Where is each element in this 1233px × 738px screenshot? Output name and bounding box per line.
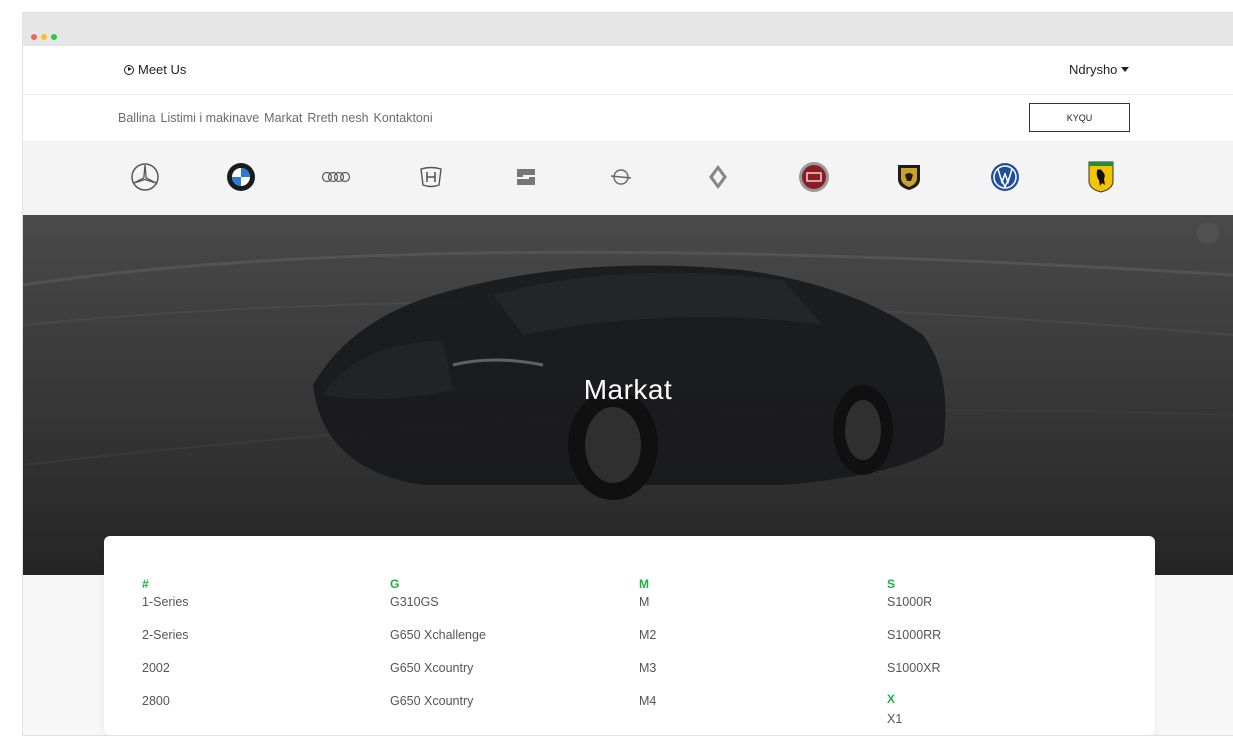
model-link[interactable]: G650 Xchallenge: [390, 626, 486, 659]
language-dropdown[interactable]: Ndrysho: [1069, 62, 1130, 77]
renault-icon[interactable]: [701, 160, 735, 194]
login-button[interactable]: KYQU: [1029, 103, 1130, 132]
browser-window: Meet Us Ndrysho Ballina Listimi i makina…: [23, 13, 1233, 735]
maximize-window-button[interactable]: [51, 34, 57, 40]
model-link[interactable]: M3: [639, 659, 656, 692]
meet-us-link[interactable]: Meet Us: [124, 62, 186, 77]
model-link[interactable]: 1-Series: [142, 593, 189, 626]
honda-icon[interactable]: [414, 160, 448, 194]
model-link[interactable]: G650 Xcountry: [390, 692, 486, 725]
seat-icon[interactable]: [509, 160, 543, 194]
window-chrome: [23, 13, 1233, 46]
model-link[interactable]: S1000XR: [887, 659, 941, 692]
hero-banner: Markat: [23, 215, 1233, 575]
column-header-x: X: [887, 692, 896, 706]
bmw-icon[interactable]: [224, 160, 258, 194]
audi-icon[interactable]: [319, 160, 353, 194]
nav-item-markat[interactable]: Markat: [264, 111, 302, 125]
model-link[interactable]: G310GS: [390, 593, 486, 626]
column-header: G: [390, 577, 400, 591]
model-link[interactable]: 2800: [142, 692, 189, 725]
model-link[interactable]: 2-Series: [142, 626, 189, 659]
main-navigation: Ballina Listimi i makinave Markat Rreth …: [23, 95, 1233, 141]
models-column-s: S S1000R S1000RR S1000XR X X1: [887, 577, 941, 728]
models-column-hash: # 1-Series 2-Series 2002 2800: [142, 577, 189, 725]
nav-item-rreth-nesh[interactable]: Rreth nesh: [307, 111, 368, 125]
nav-item-kontaktoni[interactable]: Kontaktoni: [374, 111, 433, 125]
mercedes-icon[interactable]: [128, 160, 162, 194]
volkswagen-icon[interactable]: [988, 160, 1022, 194]
caret-down-icon: [1121, 67, 1130, 72]
column-header: #: [142, 577, 149, 591]
meet-us-label: Meet Us: [138, 62, 187, 77]
close-window-button[interactable]: [31, 34, 37, 40]
models-column-g: G G310GS G650 Xchallenge G650 Xcountry G…: [390, 577, 486, 725]
brand-logo-strip: [23, 141, 1233, 215]
page-title: Markat: [583, 374, 673, 405]
model-link[interactable]: X1: [887, 710, 941, 728]
model-link[interactable]: M2: [639, 626, 656, 659]
model-link[interactable]: S1000R: [887, 593, 941, 626]
lamborghini-icon[interactable]: [892, 160, 926, 194]
play-icon: [124, 64, 134, 75]
model-link[interactable]: G650 Xcountry: [390, 659, 486, 692]
models-column-m: M M M2 M3 M4: [639, 577, 656, 725]
column-header: S: [887, 577, 896, 591]
column-header: M: [639, 577, 649, 591]
opel-icon[interactable]: [604, 160, 638, 194]
top-bar: Meet Us Ndrysho: [23, 46, 1233, 95]
nav-item-ballina[interactable]: Ballina: [118, 111, 156, 125]
ferrari-icon[interactable]: [1084, 160, 1118, 194]
model-link[interactable]: S1000RR: [887, 626, 941, 659]
models-card: # 1-Series 2-Series 2002 2800 G G310GS G…: [104, 536, 1155, 735]
model-link[interactable]: M: [639, 593, 656, 626]
model-link[interactable]: M4: [639, 692, 656, 725]
nav-item-listimi[interactable]: Listimi i makinave: [161, 111, 260, 125]
language-label: Ndrysho: [1069, 62, 1118, 77]
fiat-icon[interactable]: [797, 160, 831, 194]
minimize-window-button[interactable]: [41, 34, 47, 40]
model-link[interactable]: 2002: [142, 659, 189, 692]
